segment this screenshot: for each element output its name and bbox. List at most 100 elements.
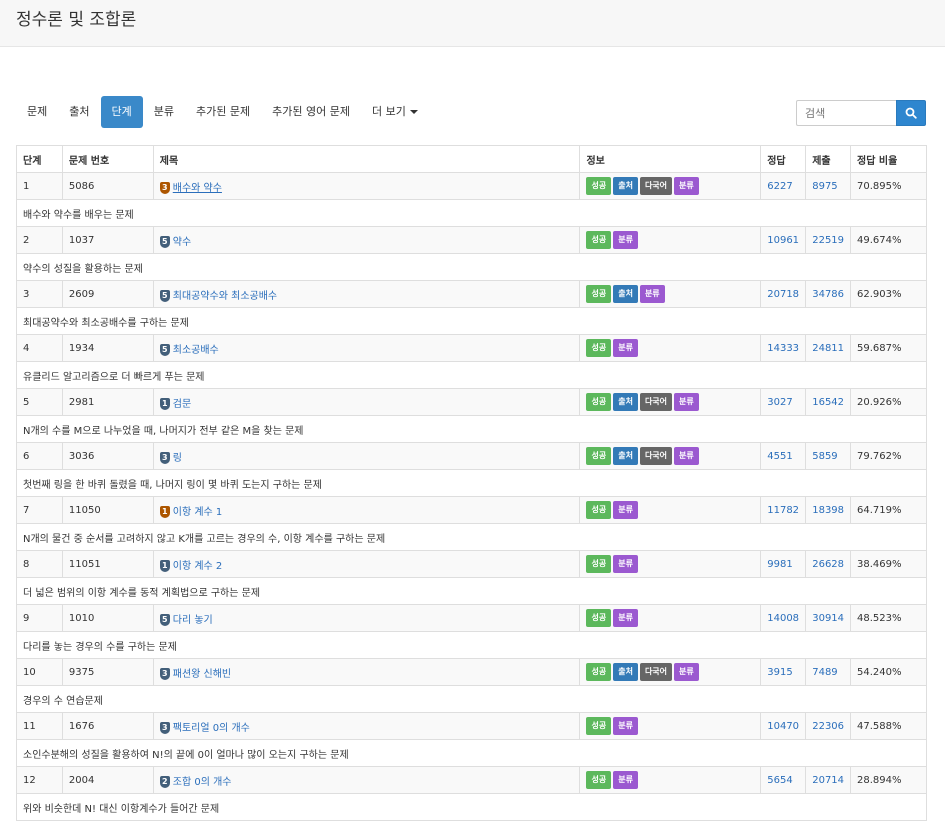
tier-icon: 1: [159, 505, 170, 518]
badge-success[interactable]: 성공: [586, 555, 612, 573]
badge-class[interactable]: 분류: [613, 717, 638, 735]
submission-count-link[interactable]: 24811: [812, 343, 844, 354]
tab-source[interactable]: 출처: [58, 96, 100, 128]
badge-class[interactable]: 분류: [613, 501, 638, 519]
problem-title-link[interactable]: 패션왕 신해빈: [173, 669, 231, 680]
problem-description: 더 넓은 범위의 이항 계수를 동적 계획법으로 구하는 문제: [16, 577, 927, 605]
correct-count-link[interactable]: 5654: [767, 775, 792, 786]
submissions-cell: 22306: [805, 712, 852, 740]
badge-source[interactable]: 출처: [613, 663, 638, 681]
tab-problems[interactable]: 문제: [16, 96, 58, 128]
submission-count-link[interactable]: 20714: [812, 775, 844, 786]
submission-count-link[interactable]: 7489: [812, 667, 837, 678]
badge-success[interactable]: 성공: [586, 717, 612, 735]
submission-count-link[interactable]: 34786: [812, 289, 844, 300]
correct-count-link[interactable]: 14008: [767, 613, 799, 624]
correct-count-link[interactable]: 4551: [767, 451, 792, 462]
problem-title-link[interactable]: 최대공약수와 최소공배수: [173, 291, 277, 302]
correct-count-link[interactable]: 10470: [767, 721, 799, 732]
badge-source[interactable]: 출처: [613, 177, 638, 195]
badge-source[interactable]: 출처: [613, 285, 638, 303]
correct-count-link[interactable]: 10961: [767, 235, 799, 246]
badge-success[interactable]: 성공: [586, 177, 612, 195]
correct-cell: 3915: [760, 658, 807, 686]
problem-title-link[interactable]: 링: [173, 453, 182, 464]
correct-count-link[interactable]: 6227: [767, 181, 792, 192]
badge-multi[interactable]: 다국어: [639, 663, 673, 681]
table-row: 7 11050 1 이항 계수 1 성공 분류 11782 18398 64.719%: [16, 496, 927, 524]
problem-title-link[interactable]: 이항 계수 2: [173, 561, 223, 572]
submission-count-link[interactable]: 8975: [812, 181, 837, 192]
col-title: 제목: [152, 145, 581, 173]
correct-cell: 9981: [760, 550, 807, 578]
problem-id-cell: 1676: [61, 712, 154, 740]
problem-description: 첫번째 링을 한 바퀴 돌렸을 때, 나머지 링이 몇 바퀴 도는지 구하는 문…: [16, 469, 927, 497]
tab-category[interactable]: 분류: [143, 96, 185, 128]
badge-success[interactable]: 성공: [586, 339, 612, 357]
problem-title-link[interactable]: 배수와 약수: [173, 183, 222, 194]
submission-count-link[interactable]: 16542: [812, 397, 844, 408]
correct-cell: 3027: [760, 388, 807, 416]
problem-title-link[interactable]: 이항 계수 1: [173, 507, 223, 518]
table-row: 8 11051 1 이항 계수 2 성공 분류 9981 26628 38.469%: [16, 550, 927, 578]
badge-class[interactable]: 분류: [639, 285, 665, 303]
tab-step[interactable]: 단계: [100, 96, 143, 128]
badge-class[interactable]: 분류: [613, 339, 638, 357]
badge-class[interactable]: 분류: [613, 555, 638, 573]
problem-description: 최대공약수와 최소공배수를 구하는 문제: [16, 307, 927, 335]
problem-title-link[interactable]: 다리 놓기: [173, 615, 213, 626]
badge-source[interactable]: 출처: [613, 447, 638, 465]
tab-more-dropdown[interactable]: 더 보기: [361, 96, 429, 128]
problem-title-link[interactable]: 조합 0의 개수: [173, 777, 232, 788]
search-input[interactable]: [796, 100, 896, 126]
badge-success[interactable]: 성공: [586, 231, 612, 249]
problem-description: 유클리드 알고리즘으로 더 빠르게 푸는 문제: [16, 361, 927, 389]
page-header: 정수론 및 조합론: [0, 0, 945, 47]
correct-count-link[interactable]: 20718: [767, 289, 799, 300]
badge-class[interactable]: 분류: [613, 609, 638, 627]
problem-description: 위와 비슷한데 N! 대신 이항계수가 들어간 문제: [16, 793, 927, 821]
badge-success[interactable]: 성공: [586, 285, 612, 303]
problem-title-link[interactable]: 최소공배수: [173, 345, 219, 356]
badge-multi[interactable]: 다국어: [639, 177, 673, 195]
submission-count-link[interactable]: 22519: [812, 235, 844, 246]
submission-count-link[interactable]: 30914: [812, 613, 844, 624]
correct-count-link[interactable]: 3027: [767, 397, 792, 408]
submission-count-link[interactable]: 26628: [812, 559, 844, 570]
search-button[interactable]: [896, 100, 926, 126]
col-info: 정보: [579, 145, 762, 173]
badge-success[interactable]: 성공: [586, 447, 612, 465]
problem-title-link[interactable]: 검문: [173, 399, 191, 410]
correct-count-link[interactable]: 11782: [767, 505, 799, 516]
badge-class[interactable]: 분류: [613, 771, 638, 789]
correct-count-link[interactable]: 9981: [767, 559, 792, 570]
badge-success[interactable]: 성공: [586, 393, 612, 411]
problem-id-cell: 1934: [61, 334, 154, 362]
tab-added-english-problems[interactable]: 추가된 영어 문제: [261, 96, 361, 128]
badge-success[interactable]: 성공: [586, 663, 612, 681]
info-cell: 성공 출처 다국어 분류: [579, 388, 762, 416]
badge-class[interactable]: 분류: [674, 663, 699, 681]
badge-source[interactable]: 출처: [613, 393, 638, 411]
correct-count-link[interactable]: 14333: [767, 343, 799, 354]
badge-class[interactable]: 분류: [674, 447, 699, 465]
submission-count-link[interactable]: 22306: [812, 721, 844, 732]
badge-success[interactable]: 성공: [586, 609, 612, 627]
submission-count-link[interactable]: 18398: [812, 505, 844, 516]
badge-class[interactable]: 분류: [674, 393, 699, 411]
problem-title-link[interactable]: 팩토리얼 0의 개수: [173, 723, 250, 734]
badge-class[interactable]: 분류: [613, 231, 638, 249]
ratio-cell: 62.903%: [850, 280, 927, 308]
problem-title-link[interactable]: 약수: [173, 237, 191, 248]
description-row: 경우의 수 연습문제: [16, 685, 927, 713]
badge-success[interactable]: 성공: [586, 501, 612, 519]
badge-multi[interactable]: 다국어: [639, 447, 673, 465]
correct-count-link[interactable]: 3915: [767, 667, 792, 678]
tab-added-problems[interactable]: 추가된 문제: [185, 96, 261, 128]
badge-multi[interactable]: 다국어: [639, 393, 673, 411]
badge-success[interactable]: 성공: [586, 771, 612, 789]
nav-row: 문제 출처 단계 분류 추가된 문제 추가된 영어 문제 더 보기: [16, 96, 926, 129]
submission-count-link[interactable]: 5859: [812, 451, 837, 462]
badge-class[interactable]: 분류: [674, 177, 699, 195]
ratio-cell: 79.762%: [850, 442, 927, 470]
